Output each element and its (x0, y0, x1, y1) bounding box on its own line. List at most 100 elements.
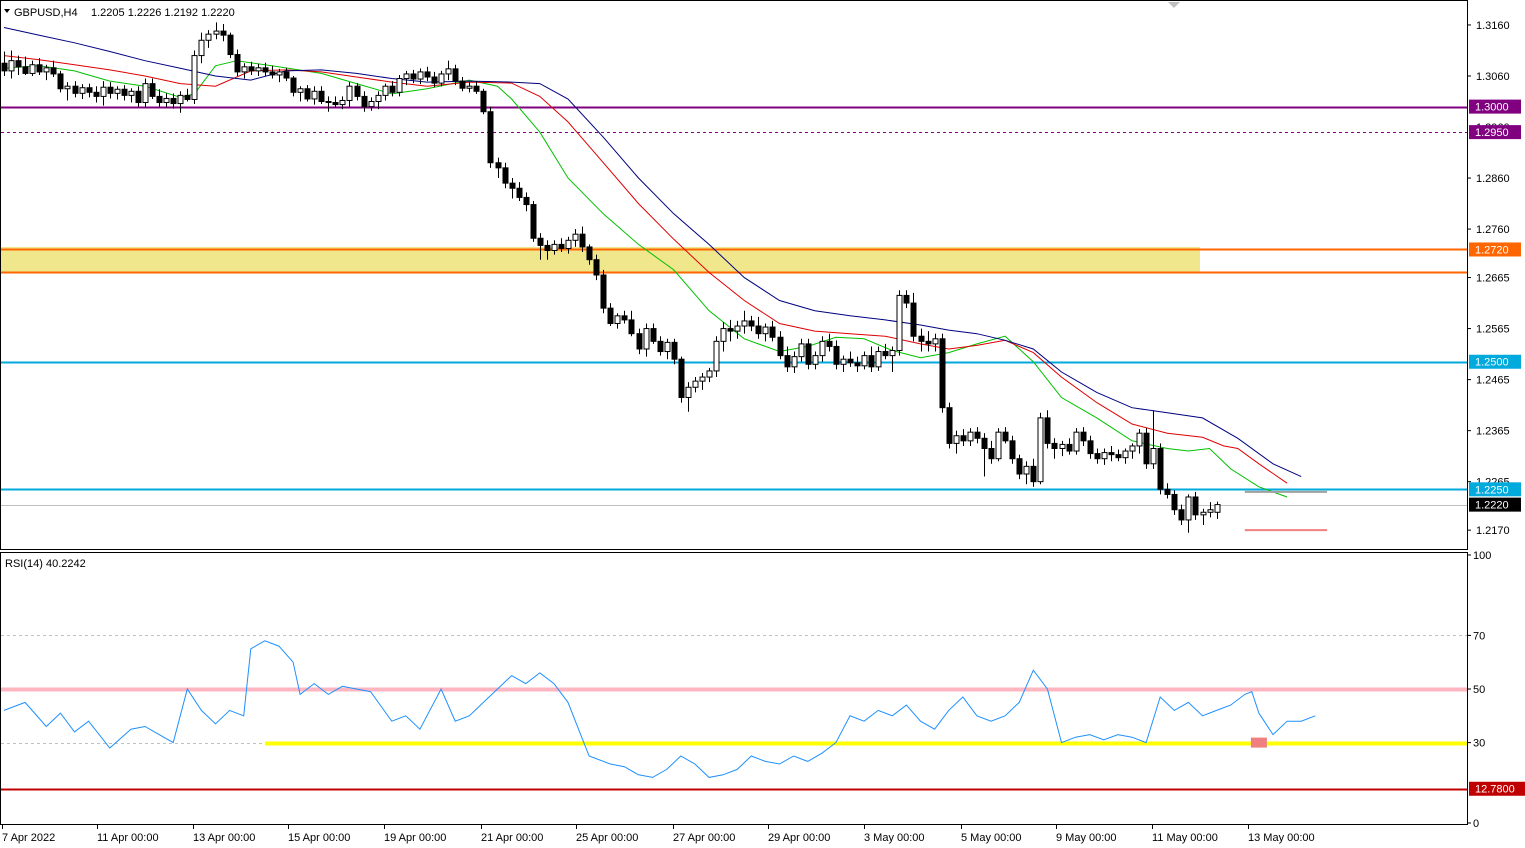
bear-candle-body (1087, 440, 1094, 455)
bull-candle-body (142, 83, 149, 104)
bear-candle-body (636, 333, 643, 350)
bear-candle-body (325, 101, 332, 104)
rsi-pink-marker[interactable] (1250, 737, 1267, 748)
rsi-tick-label: 70 (1473, 630, 1485, 642)
bull-candle-body (191, 55, 198, 100)
bull-candle-body (1101, 452, 1108, 460)
bull-candle-body (346, 85, 353, 101)
bull-candle-body (163, 97, 170, 104)
bull-candle-body (1200, 511, 1207, 516)
bull-candle-body (572, 233, 579, 241)
bull-candle-body (643, 328, 650, 350)
candle (1073, 428, 1080, 455)
bear-candle-body (523, 196, 530, 206)
bull-candle-body (64, 85, 71, 90)
bear-candle-body (220, 30, 227, 36)
candle (480, 88, 487, 115)
bull-candle-body (713, 340, 720, 372)
bull-candle-body (396, 78, 403, 93)
bull-candle-body (417, 71, 424, 80)
bull-candle-body (276, 71, 283, 76)
bull-candle-body (43, 67, 50, 73)
bull-candle-body (791, 356, 798, 368)
bull-candle-body (664, 341, 671, 353)
bear-candle-body (974, 431, 981, 439)
bear-candle-body (22, 66, 29, 74)
price-tag-label: 1.2250 (1475, 484, 1509, 496)
bear-candle-body (1164, 488, 1171, 495)
rsi-title: RSI(14) 40.2242 (5, 558, 86, 570)
time-tick-label: 9 May 00:00 (1056, 832, 1117, 844)
candle (946, 402, 953, 449)
bear-candle-body (431, 76, 438, 84)
bull-candle-body (614, 315, 621, 324)
bear-candle-body (318, 90, 325, 103)
bull-candle-body (403, 73, 410, 80)
bear-candle-body (480, 90, 487, 113)
bear-candle-body (1, 62, 8, 72)
bull-candle-body (128, 90, 135, 96)
bear-candle-body (621, 315, 628, 321)
bear-candle-body (72, 85, 79, 94)
bear-candle-body (558, 243, 565, 249)
supply-zone-rect (1, 246, 1200, 273)
price-tick-label: 1.2565 (1476, 324, 1510, 336)
price-tick-label: 1.2365 (1476, 426, 1510, 438)
bull-candle-body (875, 351, 882, 368)
bear-candle-body (248, 66, 255, 72)
bull-candle-body (466, 85, 473, 89)
bear-candle-body (544, 244, 551, 252)
time-tick-label: 7 Apr 2022 (2, 832, 55, 844)
bear-candle-body (946, 407, 953, 444)
candle (939, 333, 946, 413)
bear-candle-body (495, 162, 502, 169)
bear-candle-body (530, 204, 537, 239)
bear-candle-body (981, 437, 988, 449)
bull-candle-body (734, 325, 741, 332)
bull-candle-body (198, 39, 205, 57)
bull-candle-body (1150, 447, 1157, 465)
candle (1157, 443, 1164, 495)
bear-candle-body (262, 67, 269, 73)
time-tick-label: 19 Apr 00:00 (384, 832, 446, 844)
bull-candle-body (819, 340, 826, 357)
candle (227, 32, 234, 59)
bear-candle-body (227, 34, 234, 56)
bull-candle-body (896, 294, 903, 352)
bull-candle-body (798, 343, 805, 358)
candle (1037, 412, 1044, 485)
bear-candle-body (86, 87, 93, 93)
bear-candle-body (910, 302, 917, 337)
bear-candle-body (1171, 493, 1178, 511)
bear-candle-body (234, 54, 241, 73)
time-tick-label: 15 Apr 00:00 (288, 832, 350, 844)
bear-candle-body (516, 187, 523, 198)
time-tick-label: 25 Apr 00:00 (576, 832, 638, 844)
bear-candle-body (1115, 454, 1122, 459)
time-tick-label: 13 May 00:00 (1248, 832, 1315, 844)
bear-candle-body (925, 340, 932, 345)
bear-candle-body (586, 246, 593, 261)
bear-candle-body (93, 91, 100, 97)
price-tick-label: 1.2170 (1476, 525, 1510, 537)
bull-candle-body (932, 338, 939, 345)
bear-candle-body (50, 67, 57, 75)
symbol-label: GBPUSD,H4 (14, 7, 78, 19)
bear-candle-body (918, 335, 925, 342)
bull-candle-body (1129, 445, 1136, 452)
bear-candle-body (650, 328, 657, 342)
bull-candle-body (565, 239, 572, 249)
bear-candle-body (332, 102, 339, 106)
bear-candle-body (805, 343, 812, 365)
bull-candle-body (967, 431, 974, 442)
bull-candle-body (368, 101, 375, 108)
bear-candle-body (1051, 442, 1058, 449)
bear-candle-body (1009, 440, 1016, 460)
rsi-tick-label: 0 (1473, 818, 1479, 830)
bull-candle-body (339, 99, 346, 106)
bear-candle-body (1016, 458, 1023, 475)
bear-candle-body (410, 73, 417, 80)
bear-candle-body (868, 355, 875, 368)
bear-candle-body (1030, 465, 1037, 483)
time-tick-label: 13 Apr 00:00 (193, 832, 255, 844)
